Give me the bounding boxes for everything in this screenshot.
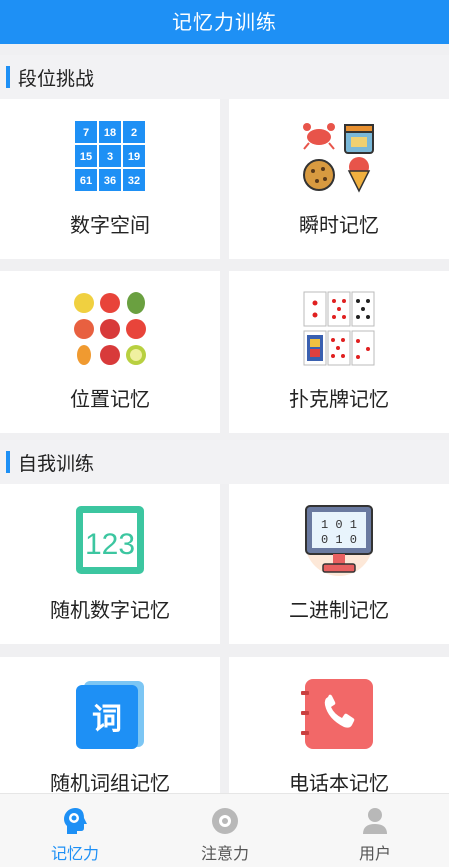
section-header-self-training: 自我训练	[0, 440, 449, 484]
section-title: 段位挑战	[18, 67, 95, 90]
grid-number: 7	[83, 127, 89, 139]
bottom-navigation: 记忆力 注意力 用户	[0, 793, 449, 867]
nav-tab-user[interactable]: 用户	[300, 794, 449, 867]
card-position-memory[interactable]: 位置记忆	[0, 271, 220, 433]
icon-text: 123	[85, 528, 135, 561]
grid-number: 2	[131, 127, 137, 139]
user-icon	[360, 806, 390, 840]
number-123-icon: 123	[74, 504, 146, 576]
grid-number: 36	[104, 175, 116, 187]
nav-label: 用户	[358, 844, 391, 863]
target-icon	[210, 806, 240, 840]
grid-number: 61	[80, 175, 92, 187]
fruit-grid-icon	[72, 291, 148, 367]
nav-label: 注意力	[200, 844, 249, 863]
card-label: 扑克牌记忆	[289, 387, 389, 411]
grid-number: 32	[128, 175, 140, 187]
card-label: 电话本记忆	[289, 771, 389, 795]
section-title: 自我训练	[18, 452, 95, 475]
section-header-rank-challenge: 段位挑战	[0, 55, 449, 99]
phone-book-icon	[301, 677, 377, 751]
card-random-number-memory[interactable]: 123 随机数字记忆	[0, 484, 220, 644]
section-accent-bar	[6, 451, 10, 473]
brain-gear-icon	[60, 806, 90, 840]
card-label: 数字空间	[70, 213, 150, 237]
grid-number: 19	[128, 151, 140, 163]
app-title: 记忆力训练	[172, 10, 277, 34]
card-number-space[interactable]: 7 18 2 15 3 19 61 36 32 数字空间	[0, 99, 220, 259]
nav-tab-attention[interactable]: 注意力	[150, 794, 300, 867]
grid-number: 18	[104, 127, 116, 139]
nav-tab-memory[interactable]: 记忆力	[0, 794, 150, 867]
binary-bottom: 0 1 0	[321, 533, 357, 547]
card-label: 瞬时记忆	[299, 213, 379, 237]
grid-number: 3	[107, 151, 113, 163]
grid-number: 15	[80, 151, 92, 163]
binary-top: 1 0 1	[321, 518, 357, 532]
card-label: 随机数字记忆	[50, 598, 170, 622]
app-title-bar: 记忆力训练	[0, 0, 449, 44]
card-binary-memory[interactable]: 1 0 1 0 1 0 二进制记忆	[229, 484, 449, 644]
section-accent-bar	[6, 66, 10, 88]
playing-cards-icon	[303, 291, 375, 367]
number-grid-icon: 7 18 2 15 3 19 61 36 32	[75, 121, 145, 191]
binary-monitor-icon: 1 0 1 0 1 0	[301, 504, 377, 580]
card-phone-book-memory[interactable]: 电话本记忆	[229, 657, 449, 795]
card-label: 二进制记忆	[289, 598, 389, 622]
food-items-icon	[301, 121, 377, 193]
nav-label: 记忆力	[50, 844, 99, 863]
card-label: 位置记忆	[70, 387, 150, 411]
icon-text: 词	[92, 702, 122, 737]
card-instant-memory[interactable]: 瞬时记忆	[229, 99, 449, 259]
card-poker-memory[interactable]: 扑克牌记忆	[229, 271, 449, 433]
card-label: 随机词组记忆	[50, 771, 170, 795]
word-book-icon: 词	[72, 677, 148, 751]
card-random-word-memory[interactable]: 词 随机词组记忆	[0, 657, 220, 795]
